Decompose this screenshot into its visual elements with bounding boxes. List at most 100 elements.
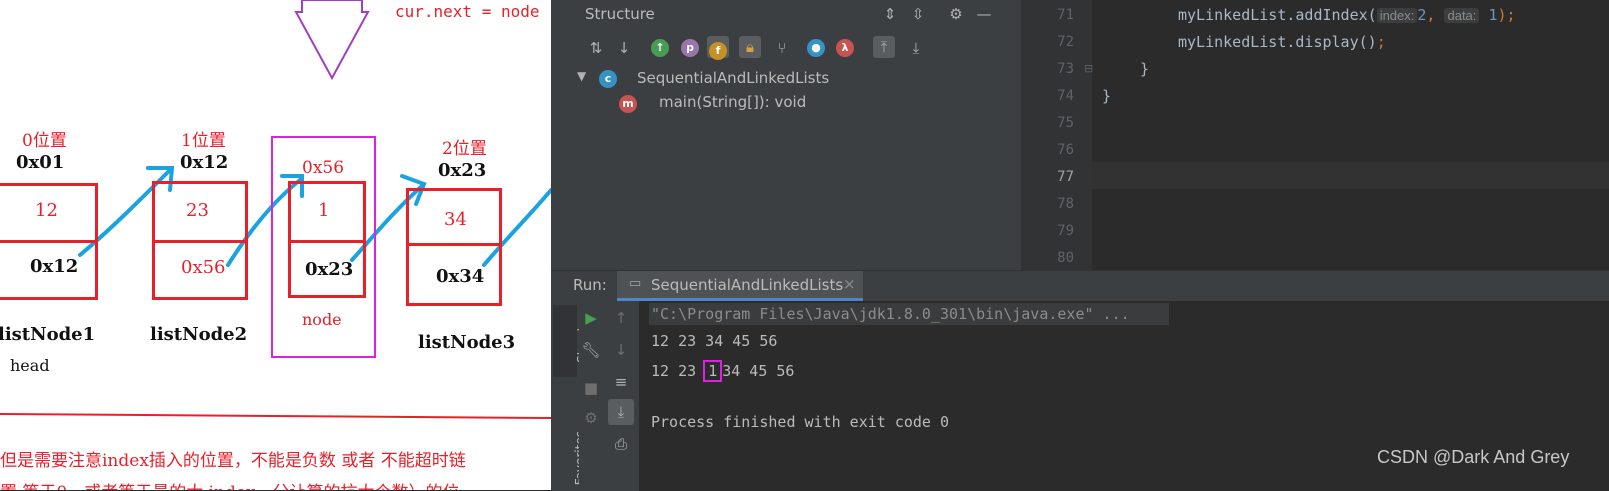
print-icon[interactable]: ⎙ [610, 433, 632, 455]
line-number: 72 [1057, 34, 1074, 50]
method-icon: m [619, 95, 637, 113]
down-arrow-shape [294, 0, 370, 81]
structure-title: Structure [585, 5, 655, 23]
console-tab-icon: ▭ [629, 276, 642, 291]
favorites-side-tab[interactable]: Favorites [555, 429, 587, 491]
new-node-value: 1 [318, 200, 330, 221]
new-node-address: 0x56 [302, 158, 345, 178]
code-editor[interactable]: 71 72 73 74 75 76 77 78 79 80 ⊟ myLinked… [1022, 0, 1609, 270]
rerun-icon[interactable]: ▶ [580, 307, 602, 329]
node1-next: 0x12 [30, 256, 79, 277]
node1-value: 12 [35, 200, 58, 221]
position-label-2: 2位置 [442, 139, 487, 159]
watermark: CSDN @Dark And Grey [1377, 447, 1570, 467]
collapse-all-icon[interactable]: ⇳ [907, 3, 929, 25]
fold-marker-icon[interactable]: ⊟ [1084, 62, 1093, 75]
code-display-call: myLinkedList.display() [1178, 33, 1377, 51]
close-tab-icon[interactable]: × [843, 275, 856, 293]
run-toolbar-left: ▶ 🔧︎ ■ ⚙ [579, 301, 603, 491]
code-line-73: } [1140, 60, 1150, 78]
expand-all-icon[interactable]: ⇕ [879, 3, 901, 25]
code-line-71: myLinkedList.addIndex(index: 2, data: 1); [1178, 6, 1516, 24]
sort-by-visibility-icon[interactable]: ⇅ [585, 37, 607, 59]
show-non-public-icon[interactable]: 🔒︎ [739, 36, 761, 58]
run-toolbar-right: ↑ ↓ ≡ ⤓ ⎙ [603, 301, 639, 491]
node3-value: 34 [444, 209, 467, 230]
note-line-2: 置 等于0，或者等于最的大 index，分让算的抗大个数）的位 [0, 478, 460, 490]
show-properties-icon[interactable]: p [681, 39, 699, 57]
output-2-suffix: 34 45 56 [722, 362, 795, 380]
code-addindex-call: myLinkedList.addIndex( [1178, 6, 1377, 24]
param-hint-index: index: [1376, 8, 1418, 23]
line-number: 71 [1057, 7, 1074, 23]
show-anonymous-icon[interactable]: ● [807, 39, 825, 57]
position-label-1: 1位置 [181, 131, 226, 151]
run-label: Run: [573, 276, 607, 294]
line-number: 80 [1057, 250, 1074, 266]
node2-address: 0x12 [180, 152, 229, 173]
run-header: Run: ▭ SequentialAndLinkedLists × [551, 271, 1609, 301]
structure-panel: Structure ⇕ ⇳ ⚙ — ⇅ ↓ ↑ p f 🔒︎ ⑂ ● λ ⤒ ⤓… [551, 0, 1022, 270]
code-line-72-end: ; [1376, 33, 1386, 51]
gear-icon[interactable]: ⚙ [945, 3, 967, 25]
show-lambdas-icon[interactable]: λ [836, 39, 854, 57]
linked-list-diagram: cur.next = node 0位置 1位置 2位置 0x01 12 0x12… [0, 0, 551, 490]
sort-alphabetically-icon[interactable]: ↓ [613, 37, 635, 59]
head-label: head [10, 356, 50, 375]
line-number-current: 77 [1057, 169, 1074, 185]
param-hint-data: data: [1444, 8, 1480, 23]
node2-next: 0x56 [181, 257, 226, 278]
autoscroll-to-source-icon[interactable]: ⤒ [873, 36, 895, 58]
structure-side-tab[interactable]: Structure [553, 305, 589, 377]
node3-name: listNode3 [418, 332, 516, 353]
line-number: 78 [1057, 196, 1074, 212]
current-line-highlight [1092, 162, 1609, 189]
ide-window: Structure ⇕ ⇳ ⚙ — ⇅ ↓ ↑ p f 🔒︎ ⑂ ● λ ⤒ ⤓… [551, 0, 1609, 491]
line-number: 74 [1057, 88, 1074, 104]
line-number: 79 [1057, 223, 1074, 239]
console-output-2: 12 23 1 34 45 56 [651, 360, 794, 382]
stop-icon[interactable]: ■ [580, 377, 602, 399]
tree-method-node[interactable]: main(String[]): void [659, 93, 806, 111]
node2-name: listNode2 [150, 324, 248, 345]
run-tab-label: SequentialAndLinkedLists [651, 276, 844, 294]
new-node-next: 0x23 [305, 259, 354, 280]
cur-next-label: cur.next = node [395, 2, 540, 21]
divider-line [0, 413, 551, 419]
class-icon: c [599, 70, 617, 88]
node1-name: listNode1 [0, 324, 96, 345]
soft-wrap-icon[interactable]: ≡ [610, 371, 632, 393]
console-exit: Process finished with exit code 0 [651, 413, 950, 431]
node1-address: 0x01 [16, 152, 65, 173]
node3-next: 0x34 [436, 266, 485, 287]
show-hierarchy-icon[interactable]: ⑂ [771, 37, 793, 59]
code-line-74: } [1102, 87, 1112, 105]
arrow-down-icon[interactable]: ↓ [610, 339, 632, 361]
line-number: 75 [1057, 115, 1074, 131]
tree-class-node[interactable]: SequentialAndLinkedLists [637, 69, 829, 87]
gear-icon[interactable]: ⚙ [580, 407, 602, 429]
code-line-72: myLinkedList.display(); [1178, 33, 1386, 51]
run-tab[interactable]: ▭ SequentialAndLinkedLists × [617, 271, 863, 301]
inserted-value-highlight: 1 [703, 360, 723, 382]
minimize-icon[interactable]: — [973, 3, 995, 25]
node2-value: 23 [186, 200, 209, 221]
left-tool-strip: Structure Favorites [551, 301, 589, 491]
run-panel: Run: ▭ SequentialAndLinkedLists × Struct… [551, 270, 1609, 491]
autoscroll-from-source-icon[interactable]: ⤓ [905, 37, 927, 59]
arrow-up-icon[interactable]: ↑ [610, 307, 632, 329]
wrench-icon[interactable]: 🔧︎ [580, 339, 602, 361]
output-2-prefix: 12 23 [651, 362, 697, 380]
new-node-name: node [302, 310, 342, 329]
show-inherited-icon[interactable]: ↑ [651, 39, 669, 57]
note-line-1: 但是需要注意index插入的位置，不能是负数 或者 不能超时链 [0, 451, 466, 471]
console-cmd: "C:\Program Files\Java\jdk1.8.0_301\bin\… [651, 305, 1130, 323]
line-number: 73 [1057, 61, 1074, 77]
show-fields-icon[interactable]: f [707, 36, 729, 60]
line-number: 76 [1057, 142, 1074, 158]
console-output-1: 12 23 34 45 56 [651, 332, 778, 350]
position-label-0: 0位置 [22, 131, 67, 151]
scroll-to-end-icon[interactable]: ⤓ [608, 399, 634, 425]
chevron-down-icon[interactable]: ▼ [577, 69, 586, 83]
code-line-71-end: ); [1497, 6, 1516, 24]
